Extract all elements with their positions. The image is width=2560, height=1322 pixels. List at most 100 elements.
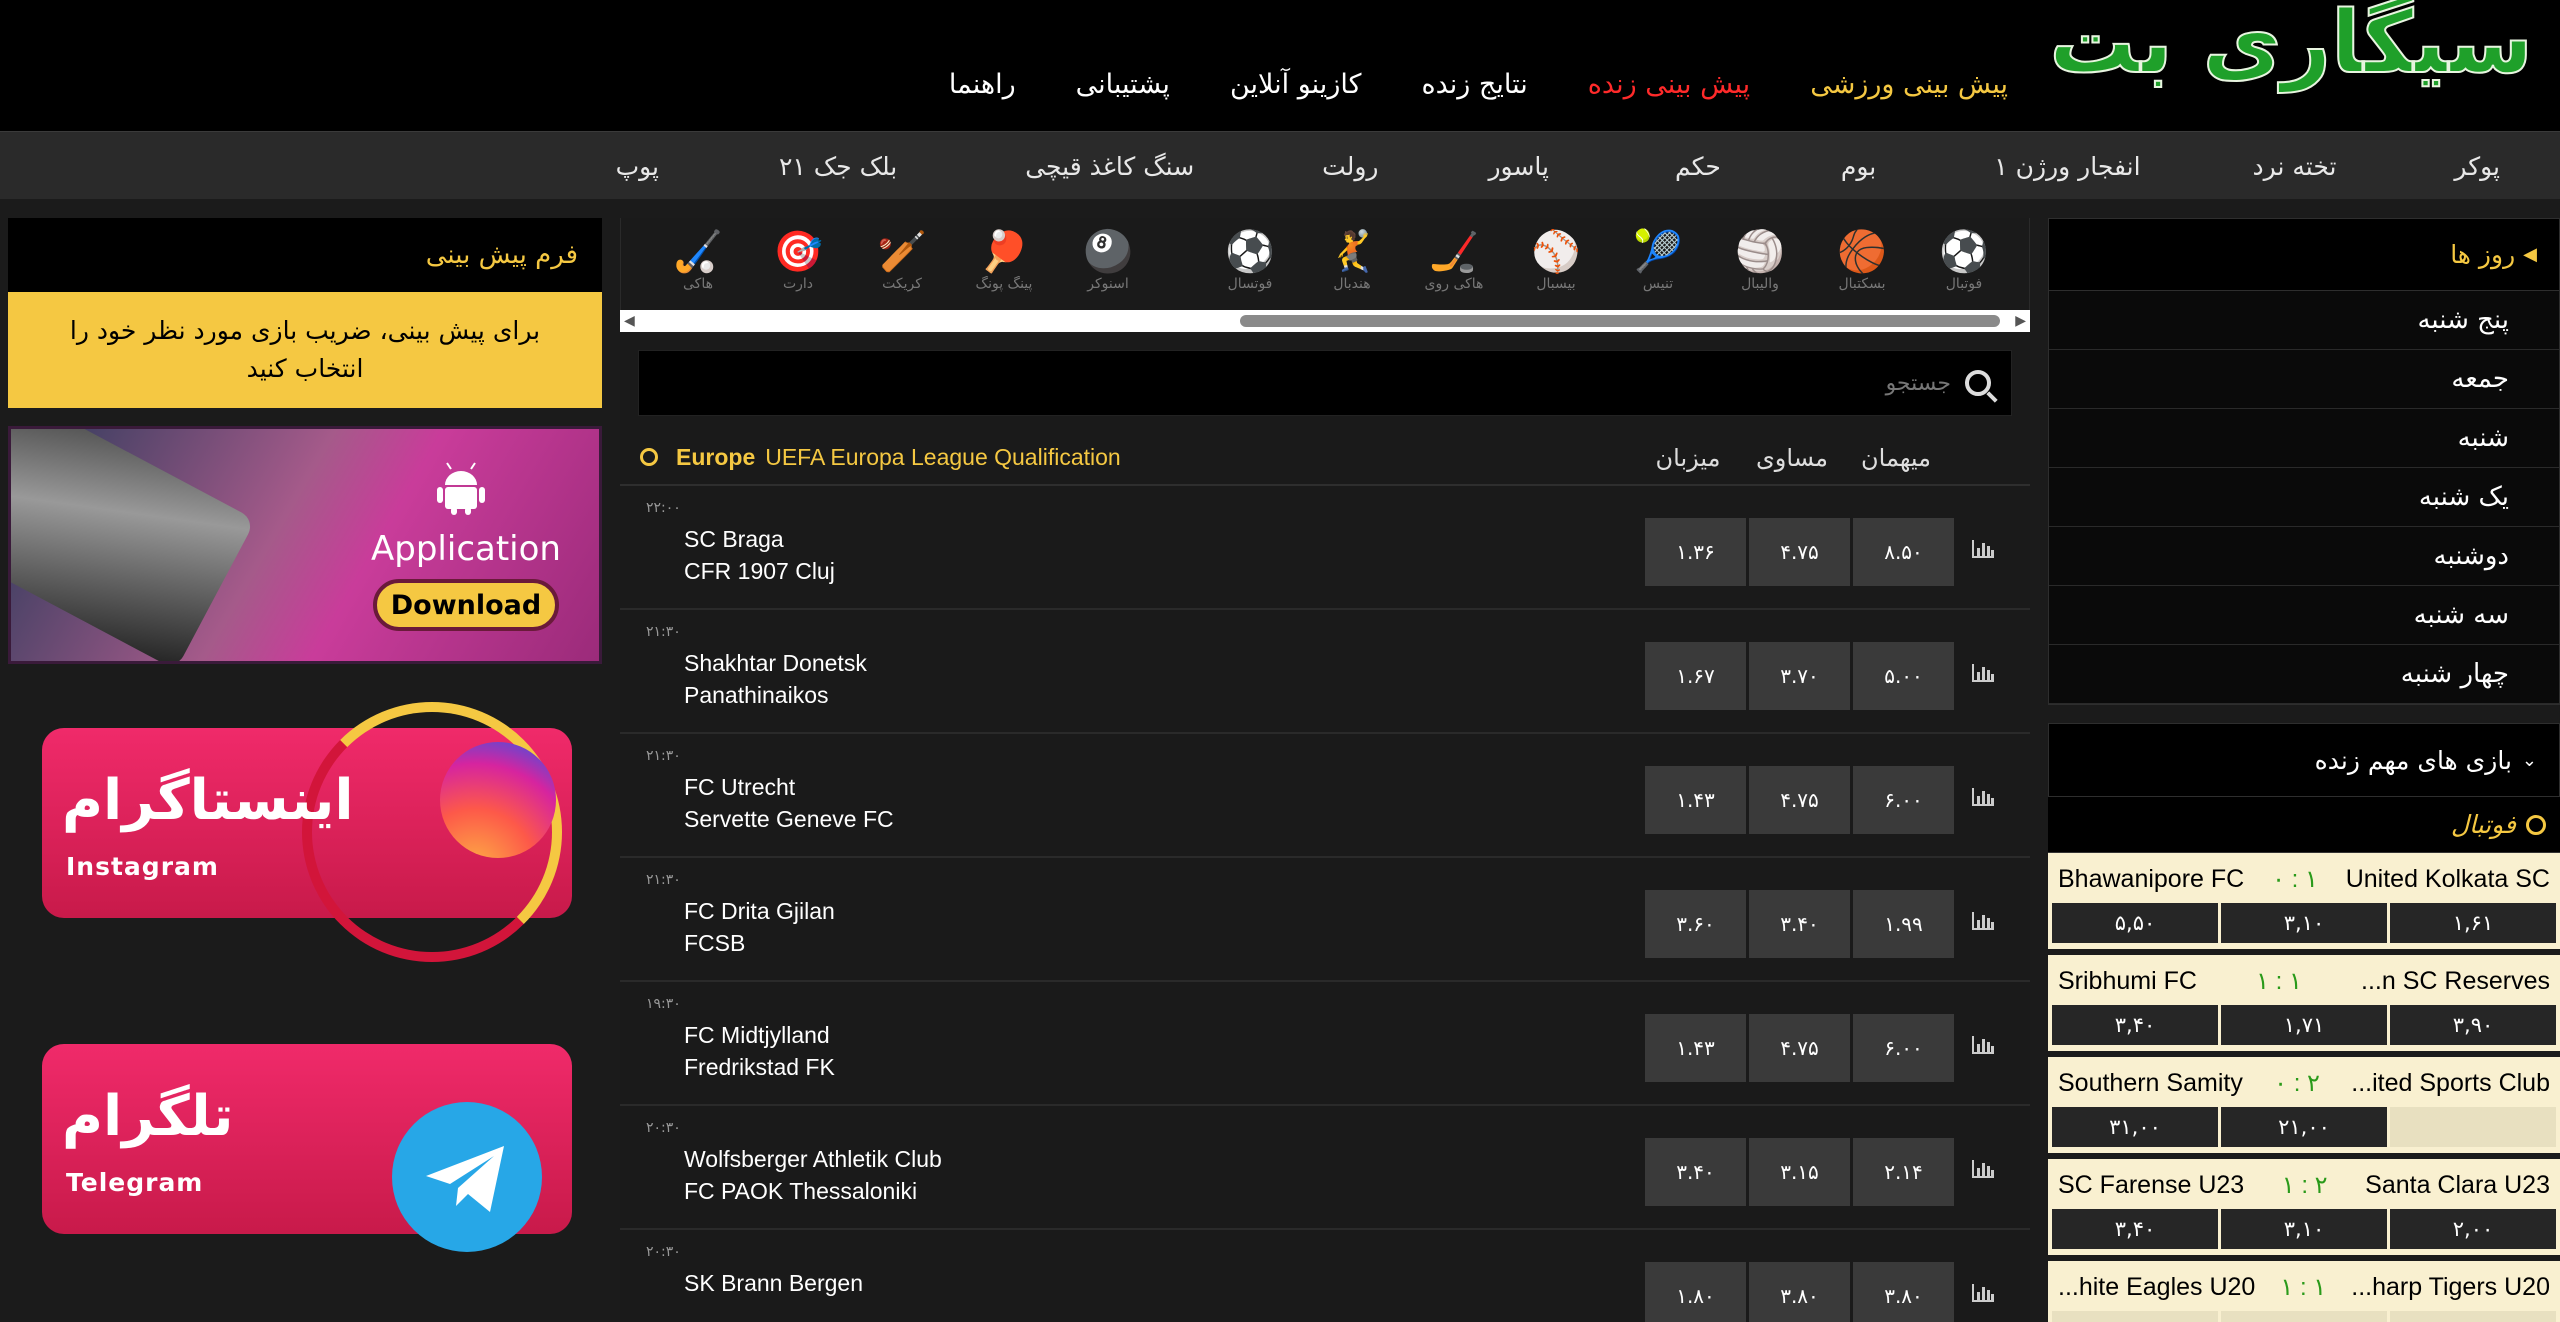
search-input[interactable]: جستجو bbox=[1886, 371, 1951, 396]
instagram-banner[interactable]: اینستاگرام Instagram bbox=[42, 702, 582, 962]
live-odds-button[interactable] bbox=[2221, 1311, 2387, 1322]
stats-icon[interactable] bbox=[1970, 786, 1996, 808]
casino-nav-item[interactable]: پوکر bbox=[2454, 152, 2500, 181]
live-odds-button[interactable]: ۱,۶۱ bbox=[2390, 903, 2556, 943]
live-odds-button[interactable]: ۳,۴۰ bbox=[2052, 1209, 2218, 1249]
scroll-right-icon[interactable]: ▶ bbox=[2015, 313, 2026, 329]
sport-tab-3[interactable]: 🏐 والیبال bbox=[1725, 228, 1795, 296]
scroll-left-icon[interactable]: ◀ bbox=[624, 313, 635, 329]
odds-away-button[interactable]: ۶.۰۰ bbox=[1853, 1014, 1954, 1082]
main-nav-item[interactable]: نتایج زنده bbox=[1421, 69, 1527, 100]
live-odds-button[interactable] bbox=[2390, 1311, 2556, 1322]
odds-draw-button[interactable]: ۴.۷۵ bbox=[1749, 766, 1850, 834]
odds-away-button[interactable]: ۳.۸۰ bbox=[1853, 1262, 1954, 1322]
live-odds-button[interactable] bbox=[2390, 1107, 2556, 1147]
casino-nav-item[interactable]: بلک جک ۲۱ bbox=[779, 152, 897, 181]
day-item[interactable]: سه شنبه bbox=[2049, 586, 2559, 645]
live-match[interactable]: SC Farense U23 ۱ : ۲ Santa Clara U23 ۳,۴۰ ۳,… bbox=[2048, 1159, 2560, 1261]
day-item[interactable]: شنبه bbox=[2049, 409, 2559, 468]
sport-tab-11[interactable]: 🏏 کریکت bbox=[867, 228, 937, 296]
stats-icon[interactable] bbox=[1970, 662, 1996, 684]
odds-home-button[interactable]: ۱.۳۶ bbox=[1645, 518, 1746, 586]
days-header[interactable]: روز ها ◀ bbox=[2049, 219, 2559, 291]
sport-tab-9[interactable]: 🎱 اسنوکر bbox=[1073, 228, 1143, 296]
odds-draw-button[interactable]: ۴.۷۵ bbox=[1749, 1014, 1850, 1082]
live-important-header[interactable]: بازی های مهم زنده ⌄ bbox=[2048, 723, 2560, 797]
site-logo[interactable]: سیگاری بت bbox=[2028, 0, 2548, 96]
casino-nav-item[interactable]: تخته نرد bbox=[2253, 152, 2337, 181]
live-match[interactable]: Sribhumi FC ۱ : ۱ ...n SC Reserves ۳,۴۰ ۱,۷۱… bbox=[2048, 955, 2560, 1057]
sport-tab-1[interactable]: ⚽ فوتبال bbox=[1929, 228, 1999, 296]
odds-draw-button[interactable]: ۳.۷۰ bbox=[1749, 642, 1850, 710]
stats-icon[interactable] bbox=[1970, 1158, 1996, 1180]
odds-draw-button[interactable]: ۴.۷۵ bbox=[1749, 518, 1850, 586]
live-odds-button[interactable]: ۳,۹۰ bbox=[2390, 1005, 2556, 1045]
live-odds-button[interactable]: ۳,۱۰ bbox=[2221, 1209, 2387, 1249]
main-nav-item[interactable]: پیش بینی ورزشی bbox=[1810, 69, 2008, 100]
stats-icon[interactable] bbox=[1970, 538, 1996, 560]
main-nav-item[interactable]: پشتیبانی bbox=[1076, 69, 1170, 100]
odds-draw-button[interactable]: ۳.۱۵ bbox=[1749, 1138, 1850, 1206]
stats-icon[interactable] bbox=[1970, 910, 1996, 932]
casino-nav-item[interactable]: پاسور bbox=[1488, 152, 1549, 181]
odds-draw-button[interactable]: ۳.۸۰ bbox=[1749, 1262, 1850, 1322]
sport-tab-5[interactable]: ⚾ بیسبال bbox=[1521, 228, 1591, 296]
live-odds-button[interactable] bbox=[2052, 1311, 2218, 1322]
live-match[interactable]: ...hite Eagles U20 ۱ : ۱ ...harp Tigers U2… bbox=[2048, 1261, 2560, 1322]
sport-tab-10[interactable]: 🏓 پینگ پونگ bbox=[969, 228, 1039, 296]
main-nav-item[interactable]: پیش بینی زنده bbox=[1588, 69, 1750, 100]
odds-home-button[interactable]: ۱.۴۳ bbox=[1645, 766, 1746, 834]
casino-nav-item[interactable]: پوپ bbox=[616, 152, 659, 181]
main-nav-item[interactable]: راهنما bbox=[949, 69, 1016, 100]
live-sport-header[interactable]: فوتبال bbox=[2048, 797, 2560, 853]
day-item[interactable]: دوشنبه bbox=[2049, 527, 2559, 586]
sport-tab-7[interactable]: 🤾 هندبال bbox=[1317, 228, 1387, 296]
casino-nav-item[interactable]: رولت bbox=[1322, 152, 1378, 181]
casino-nav-item[interactable]: حکم bbox=[1675, 152, 1721, 181]
odds-away-button[interactable]: ۱.۹۹ bbox=[1853, 890, 1954, 958]
sport-tab-8[interactable]: ⚽ فوتسال bbox=[1215, 228, 1285, 296]
odds-home-button[interactable]: ۱.۸۰ bbox=[1645, 1262, 1746, 1322]
sport-tab-6[interactable]: 🏒هاکی روی یخ bbox=[1419, 228, 1489, 296]
odds-draw-button[interactable]: ۳.۴۰ bbox=[1749, 890, 1850, 958]
app-download-banner[interactable]: Application Download bbox=[8, 426, 602, 664]
live-match[interactable]: Southern Samity ۰ : ۲ ...ited Sports Club ۳… bbox=[2048, 1057, 2560, 1159]
live-odds-button[interactable]: ۲۱,۰۰ bbox=[2221, 1107, 2387, 1147]
day-item[interactable]: چهار شنبه bbox=[2049, 645, 2559, 704]
odds-home-button[interactable]: ۳.۶۰ bbox=[1645, 890, 1746, 958]
live-match[interactable]: Bhawanipore FC ۰ : ۱ United Kolkata SC ۵,۵۰… bbox=[2048, 853, 2560, 955]
scrollbar-thumb[interactable] bbox=[1240, 315, 2000, 327]
live-odds-button[interactable]: ۳۱,۰۰ bbox=[2052, 1107, 2218, 1147]
sport-tab-12[interactable]: 🎯 دارت bbox=[763, 228, 833, 296]
stats-icon[interactable] bbox=[1970, 1282, 1996, 1304]
odds-away-button[interactable]: ۵.۰۰ bbox=[1853, 642, 1954, 710]
main-nav-item[interactable]: کازینو آنلاین bbox=[1230, 69, 1362, 100]
search-box[interactable]: جستجو bbox=[638, 350, 2012, 416]
odds-home-button[interactable]: ۳.۴۰ bbox=[1645, 1138, 1746, 1206]
download-button[interactable]: Download bbox=[373, 579, 559, 631]
telegram-banner[interactable]: تلگرام Telegram bbox=[42, 1018, 582, 1258]
casino-nav-item[interactable]: بوم bbox=[1841, 152, 1876, 181]
day-item[interactable]: پنج شنبه bbox=[2049, 291, 2559, 350]
live-odds-button[interactable]: ۳,۴۰ bbox=[2052, 1005, 2218, 1045]
odds-home-button[interactable]: ۱.۶۷ bbox=[1645, 642, 1746, 710]
odds-away-button[interactable]: ۸.۵۰ bbox=[1853, 518, 1954, 586]
odds-away-button[interactable]: ۶.۰۰ bbox=[1853, 766, 1954, 834]
stats-icon[interactable] bbox=[1970, 1034, 1996, 1056]
live-odds-button[interactable]: ۲,۰۰ bbox=[2390, 1209, 2556, 1249]
casino-nav-item[interactable]: انفجار ورژن ۱ bbox=[1994, 152, 2140, 181]
live-odds-button[interactable]: ۱,۷۱ bbox=[2221, 1005, 2387, 1045]
day-item[interactable]: یک شنبه bbox=[2049, 468, 2559, 527]
live-odds-button[interactable]: ۳,۱۰ bbox=[2221, 903, 2387, 943]
casino-nav-item[interactable]: سنگ کاغذ قیچی bbox=[1025, 152, 1194, 181]
search-icon[interactable] bbox=[1965, 370, 1991, 396]
odds-away-button[interactable]: ۲.۱۴ bbox=[1853, 1138, 1954, 1206]
sport-tab-4[interactable]: 🎾 تنیس bbox=[1623, 228, 1693, 296]
sport-tab-2[interactable]: 🏀 بسکتبال bbox=[1827, 228, 1897, 296]
sports-scrollbar[interactable]: ◀ ▶ bbox=[620, 310, 2030, 332]
odds-home-button[interactable]: ۱.۴۳ bbox=[1645, 1014, 1746, 1082]
day-item[interactable]: جمعه bbox=[2049, 350, 2559, 409]
live-odds-button[interactable]: ۵,۵۰ bbox=[2052, 903, 2218, 943]
sport-tab-14[interactable]: 🏆لیگ bbox=[621, 228, 629, 296]
sport-tab-13[interactable]: 🏑 هاکی bbox=[663, 228, 733, 296]
